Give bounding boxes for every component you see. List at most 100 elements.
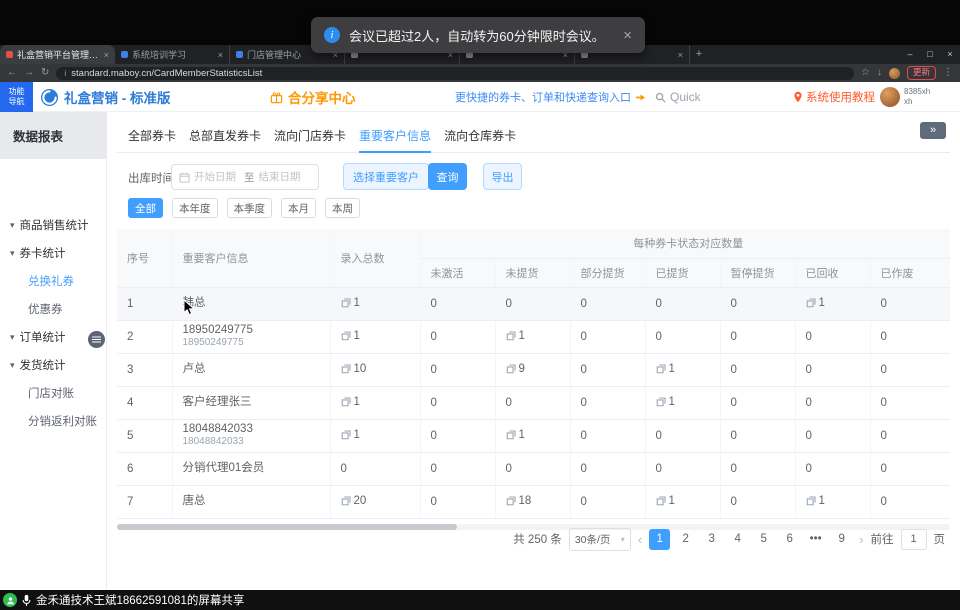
share-center-link[interactable]: 合分享中心 [270,82,356,112]
browser-tab[interactable]: 礼盒营销平台管理中心 × [0,45,115,64]
browser-update-button[interactable]: 更新 [907,66,936,79]
status-column-header: 未提货 [495,258,570,287]
site-info-icon[interactable]: i [64,68,66,78]
tab-close-icon[interactable]: × [104,50,109,60]
forward-icon[interactable]: → [24,68,34,78]
table-row[interactable]: 2189502497751895024977510100000 [117,320,950,353]
content-tab[interactable]: 总部直发券卡 [189,120,261,153]
browser-profile-avatar[interactable] [889,68,900,79]
status-column-header: 已作废 [870,258,950,287]
cell-no: 3 [117,353,172,386]
page-button[interactable]: 1 [649,529,670,550]
cell-customer: 唐总 [172,485,330,518]
sidebar: 数据报表 ▾ 商品销售统计 ▾ 券卡统计 兑换礼券 优惠券 ▾ 订单统计 ▾ 发… [0,112,107,590]
cell-status: 0 [795,419,870,452]
table-row[interactable]: 1韩总10000010 [117,287,950,320]
page-button[interactable]: 3 [701,529,722,550]
cell-status: 0 [720,386,795,419]
search-button[interactable]: 查询 [428,163,467,190]
page-button[interactable]: 2 [675,529,696,550]
page-button[interactable]: 5 [753,529,774,550]
cell-status: 0 [795,386,870,419]
scrollbar-thumb[interactable] [117,524,457,530]
cell-status: 0 [495,287,570,320]
minimize-icon[interactable]: – [900,45,920,64]
gift-icon [270,91,283,104]
new-tab-icon[interactable]: + [690,45,708,64]
quick-filter-button[interactable]: 本周 [325,198,360,218]
function-nav-button[interactable]: 功能 导航 [0,82,33,112]
goto-label: 前往 [871,531,894,547]
tab-label: 系统培训学习 [132,48,214,61]
select-customer-button[interactable]: 选择重要客户 [343,163,429,190]
table-row[interactable]: 7唐总2001801010 [117,485,950,518]
tab-close-icon[interactable]: × [678,50,683,60]
tab-label: 礼盒营销平台管理中心 [17,48,100,61]
cell-status: 9 [495,353,570,386]
date-filter-label: 出库时间 [128,170,174,186]
sidebar-item[interactable]: ▾ 商品销售统计 [0,211,106,239]
sidebar-item[interactable]: 分销返利对账 [0,407,106,435]
back-icon[interactable]: ← [7,68,17,78]
quick-filter-button[interactable]: 本季度 [227,198,273,218]
sidebar-collapse-handle[interactable] [88,331,105,348]
cell-no: 4 [117,386,172,419]
table-row[interactable]: 5180488420331804884203310100000 [117,419,950,452]
bookmark-star-icon[interactable]: ☆ [861,68,870,78]
table-row[interactable]: 4客户经理张三10001000 [117,386,950,419]
cell-status: 18 [495,485,570,518]
toast-close-icon[interactable]: × [623,28,632,43]
user-menu[interactable]: 8385xh xh [880,82,930,112]
end-date-input[interactable] [259,171,305,183]
content-tab[interactable]: 流向仓库券卡 [444,120,516,153]
sidebar-item[interactable]: ▾ 发货统计 [0,351,106,379]
quick-filters: 全部本年度本季度本月本周 [128,198,360,218]
quick-entry-link[interactable]: 更快捷的券卡、订单和快递查询入口 [455,82,646,112]
table-row[interactable]: 3卢总100901000 [117,353,950,386]
cell-status: 0 [420,353,495,386]
sidebar-item[interactable]: 优惠券 [0,295,106,323]
sidebar-item-label: 分销返利对账 [28,413,97,429]
quick-filter-button[interactable]: 本年度 [172,198,218,218]
expand-panel-button[interactable]: » [920,122,946,139]
maximize-icon[interactable]: □ [920,45,940,64]
cell-status: 0 [570,353,645,386]
content-tab[interactable]: 重要客户信息 [359,120,431,153]
content-tab[interactable]: 全部券卡 [128,120,176,153]
next-page-button[interactable]: › [859,532,863,547]
app-logo[interactable]: 礼盒营销 - 标准版 [40,82,171,112]
start-date-input[interactable] [194,171,240,183]
quick-filter-button[interactable]: 全部 [128,198,163,218]
browser-menu-icon[interactable]: ⋮ [943,68,953,78]
export-button[interactable]: 导出 [483,163,522,190]
prev-page-button[interactable]: ‹ [638,532,642,547]
sidebar-item[interactable]: 门店对账 [0,379,106,407]
page-button[interactable]: ••• [805,529,826,550]
sidebar-item[interactable]: 兑换礼券 [0,267,106,295]
date-range-picker[interactable]: 至 [171,164,319,190]
url-input[interactable]: i standard.maboy.cn/CardMemberStatistics… [56,67,854,80]
cell-status: 0 [645,287,720,320]
brand-title: 礼盒营销 - 标准版 [64,87,171,107]
reload-icon[interactable]: ↻ [41,68,49,78]
close-icon[interactable]: × [940,45,960,64]
tab-close-icon[interactable]: × [218,50,223,60]
sidebar-item[interactable]: ▾ 券卡统计 [0,239,106,267]
count-badge-icon [341,496,351,506]
download-icon[interactable]: ↓ [877,68,882,78]
table-row[interactable]: 6分销代理01会员00000000 [117,452,950,485]
browser-tab[interactable]: 系统培训学习 × [115,45,230,64]
tutorial-link[interactable]: 系统使用教程 [793,82,875,112]
page-button[interactable]: 6 [779,529,800,550]
page-button[interactable]: 9 [831,529,852,550]
goto-page-input[interactable] [901,529,927,550]
quick-search[interactable]: Quick [655,82,701,112]
cell-status: 0 [720,452,795,485]
page-button[interactable]: 4 [727,529,748,550]
quick-filter-button[interactable]: 本月 [281,198,316,218]
cell-status: 0 [870,452,950,485]
page-size-select[interactable]: 30条/页 ▾ [569,528,631,551]
cell-no: 7 [117,485,172,518]
cell-no: 5 [117,419,172,452]
content-tab[interactable]: 流向门店券卡 [274,120,346,153]
